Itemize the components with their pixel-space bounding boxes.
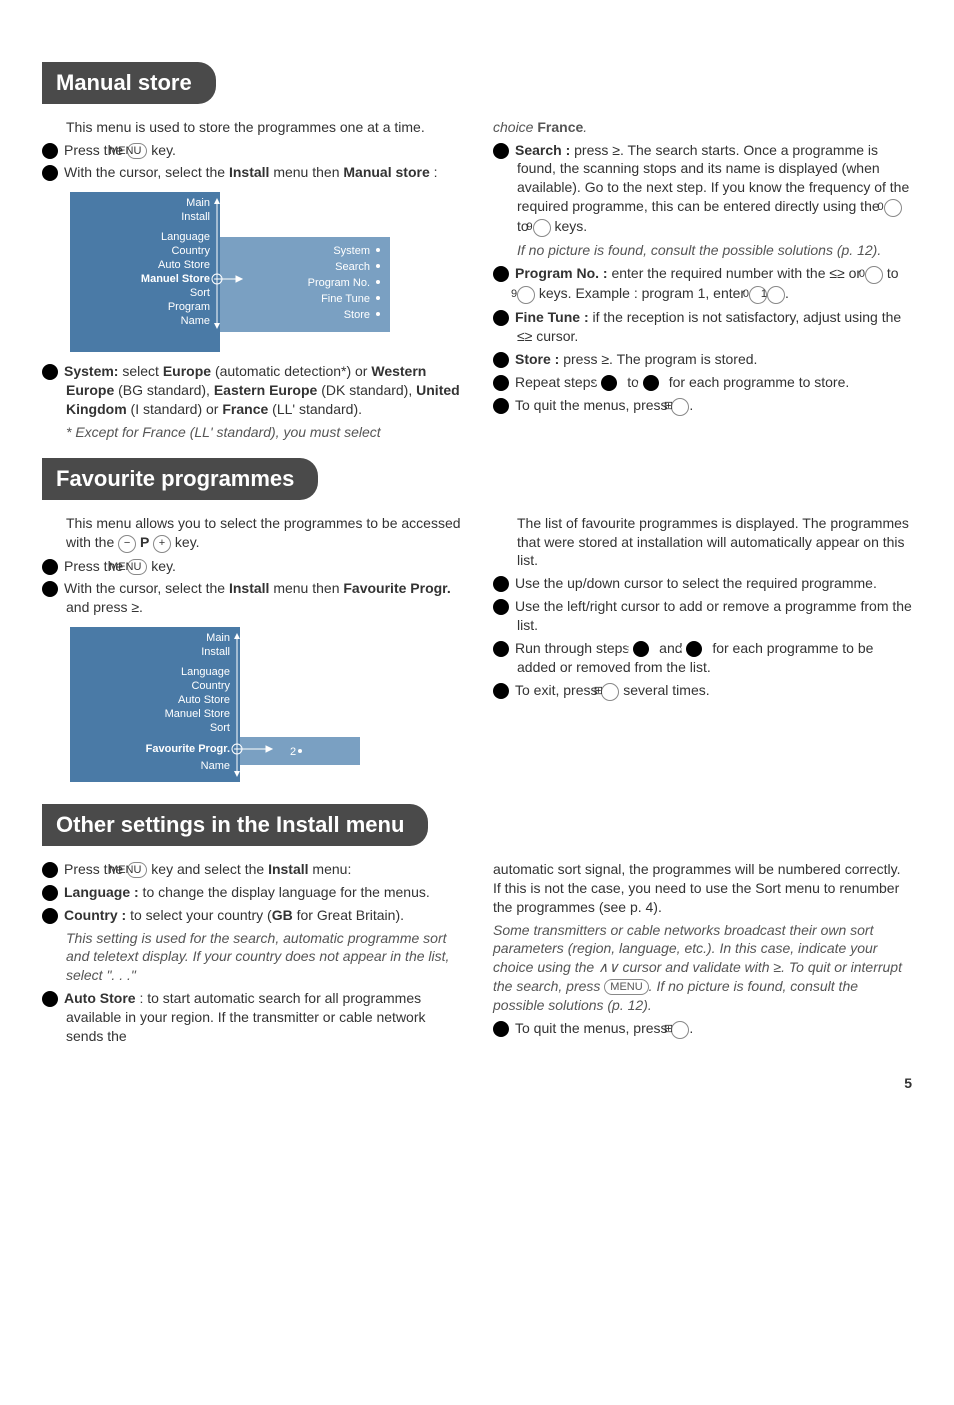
step-number-icon: 1 [42,862,58,878]
step-number-icon: 1 [42,143,58,159]
section-title-other: Other settings in the Install menu [42,804,428,846]
teletext-key-icon: ⊞ [671,1021,689,1039]
step-number-icon: 9 [493,398,509,414]
fav-step-1: 1Press the MENU key. [42,557,461,576]
fav-step-2: 2With the cursor, select the Install men… [42,579,461,617]
step-number-icon: 3 [633,641,649,657]
step-number-icon: 2 [42,885,58,901]
nine-key-icon: 9 [533,219,551,237]
menu-key-icon: MENU [127,559,147,575]
svg-text:Install: Install [201,646,230,658]
manual-intro: This menu is used to store the programme… [66,118,461,137]
svg-text:Favourite Progr.: Favourite Progr. [146,743,230,755]
nine-key-icon: 9 [517,286,535,304]
other-step-4-cont: automatic sort signal, the programmes wi… [493,860,912,917]
step-number-icon: 5 [493,1021,509,1037]
page-number: 5 [42,1074,912,1093]
step-number-icon: 7 [493,352,509,368]
manual-step-3-note: * Except for France (LL' standard), you … [42,423,461,442]
fav-menu-illustration: Main Install Language Country Auto Store… [70,627,461,782]
section-title-manual: Manual store [42,62,216,104]
svg-text:Manuel Store: Manuel Store [165,708,230,720]
step-number-icon: 6 [493,683,509,699]
step-number-icon: 8 [493,375,509,391]
section-title-favourite: Favourite programmes [42,458,318,500]
step-number-icon: 3 [42,364,58,380]
svg-text:Name: Name [181,315,210,327]
teletext-key-icon: ⊞ [671,398,689,416]
manual-step-4-note: If no picture is found, consult the poss… [493,241,912,260]
step-number-icon: 5 [493,266,509,282]
svg-text:Sort: Sort [190,287,210,299]
step-number-icon: 2 [42,581,58,597]
fav-step-3: 3Use the up/down cursor to select the re… [493,574,912,593]
svg-text:Country: Country [171,245,210,257]
step-number-icon: 6 [493,310,509,326]
fav-step-5: 5Run through steps 3 and 4 for each prog… [493,639,912,677]
step-number-icon: 4 [42,991,58,1007]
manual-step-3: 3System: select Europe (automatic detect… [42,362,461,419]
fav-intro: This menu allows you to select the progr… [66,514,461,553]
svg-text:Fine Tune: Fine Tune [321,293,370,305]
other-step-3: 3Country : to select your country (GB fo… [42,906,461,925]
step-number-icon: 4 [686,641,702,657]
step-number-icon: 2 [42,165,58,181]
step-number-icon: 7 [643,375,659,391]
svg-text:Program: Program [168,301,210,313]
step-number-icon: 3 [493,576,509,592]
step-number-icon: 3 [42,908,58,924]
other-step-4-note: Some transmitters or cable networks broa… [493,921,912,1015]
svg-text:Main: Main [186,197,210,209]
plus-key-icon: + [153,535,171,553]
one-key-icon: 1 [767,286,785,304]
svg-text:Auto Store: Auto Store [158,259,210,271]
step-number-icon: 5 [493,641,509,657]
svg-text:Program No.: Program No. [308,277,370,289]
fav-step-4: 4Use the left/right cursor to add or rem… [493,597,912,635]
svg-text:System: System [333,245,370,257]
menu-key-icon: MENU [127,143,147,159]
fav-right-intro: The list of favourite programmes is disp… [517,514,912,571]
other-step-4: 4Auto Store : to start automatic search … [42,989,461,1046]
svg-text:Sort: Sort [210,722,230,734]
svg-text:Language: Language [161,231,210,243]
manual-step-2: 2With the cursor, select the Install men… [42,163,461,182]
other-step-3-note: This setting is used for the search, aut… [42,929,461,986]
menu-key-icon: MENU [127,862,147,878]
step-number-icon: 4 [493,143,509,159]
svg-text:Country: Country [191,680,230,692]
manual-step-4: 4Search : press ≥. The search starts. On… [493,141,912,238]
minus-key-icon: − [118,535,136,553]
other-step-2: 2Language : to change the display langua… [42,883,461,902]
svg-text:Store: Store [344,309,370,321]
teletext-key-icon: ⊞ [601,683,619,701]
svg-text:Language: Language [181,666,230,678]
svg-text:Search: Search [335,261,370,273]
manual-step-9: 9To quit the menus, press ⊞. [493,396,912,416]
manual-step-6: 6Fine Tune : if the reception is not sat… [493,308,912,346]
svg-text:Auto Store: Auto Store [178,694,230,706]
svg-text:2: 2 [290,746,296,758]
manual-step-8: 8Repeat steps 4 to 7 for each programme … [493,373,912,392]
manual-step-1: 1Press the MENU key. [42,141,461,160]
manual-menu-illustration: Main Install Language Country Auto Store… [70,192,461,352]
other-step-5: 5To quit the menus, press ⊞. [493,1019,912,1039]
step-number-icon: 4 [601,375,617,391]
svg-text:Name: Name [201,760,230,772]
step-number-icon: 1 [42,559,58,575]
svg-text:Main: Main [206,632,230,644]
fav-step-6: 6To exit, press ⊞ several times. [493,681,912,701]
zero-key-icon: 0 [865,266,883,284]
step-number-icon: 4 [493,599,509,615]
zero-key-icon: 0 [884,199,902,217]
manual-step-7: 7Store : press ≥. The program is stored. [493,350,912,369]
menu-key-icon: MENU [604,979,648,995]
svg-text:Manuel Store: Manuel Store [141,273,210,285]
manual-step-3-note-cont: choice France. [493,118,912,137]
manual-step-5: 5Program No. : enter the required number… [493,264,912,304]
other-step-1: 1Press the MENU key and select the Insta… [42,860,461,879]
svg-text:Install: Install [181,211,210,223]
